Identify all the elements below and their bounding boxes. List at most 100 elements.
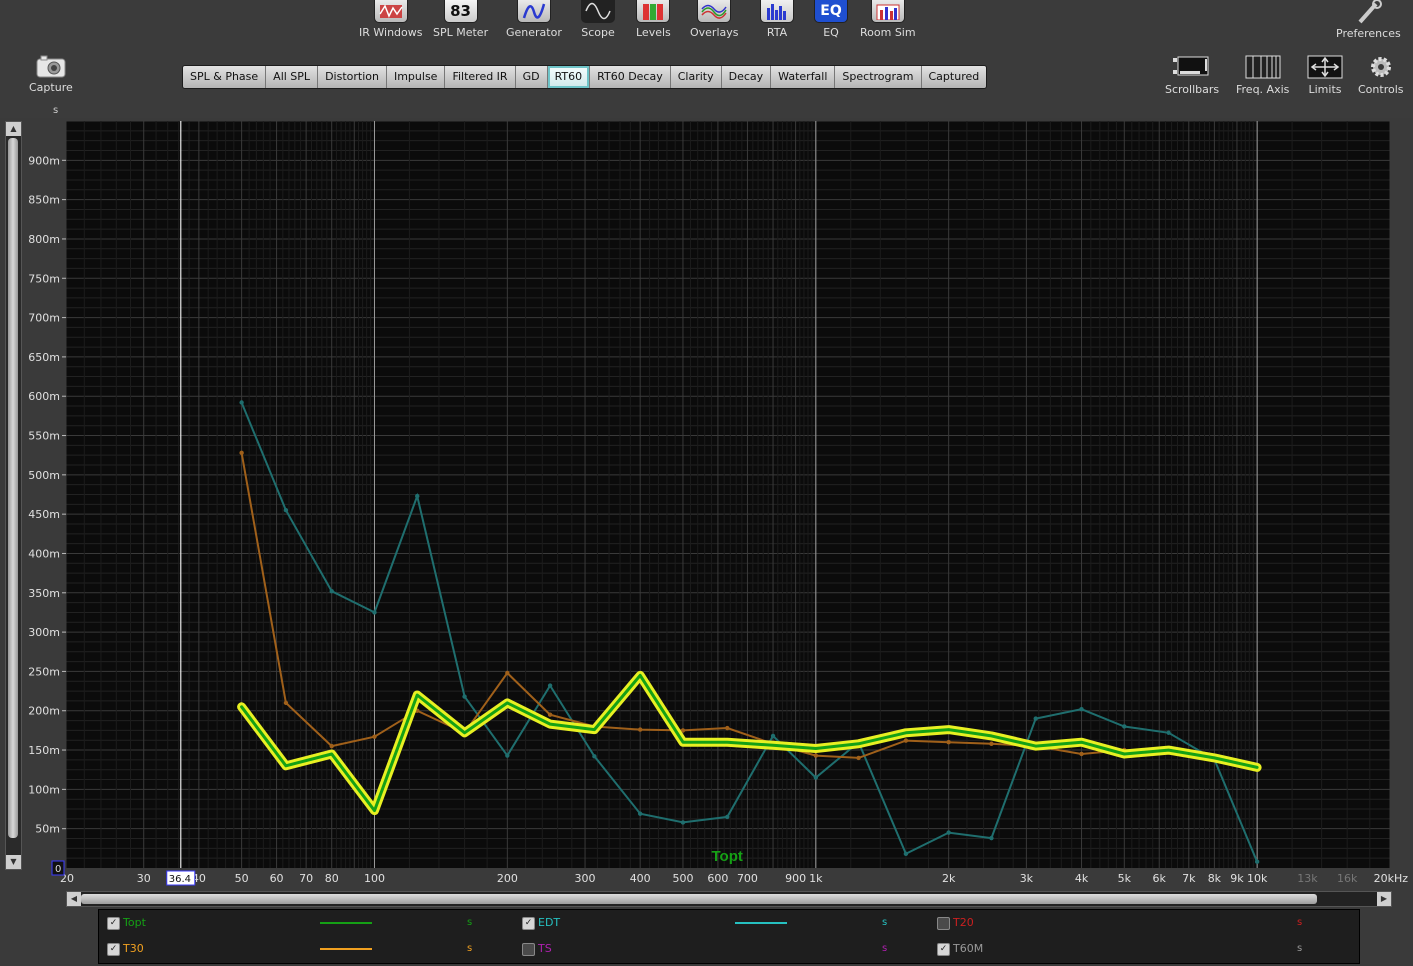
- x-tick-label: 30: [137, 872, 151, 885]
- x-tick-label: 4k: [1075, 872, 1089, 885]
- series-edt-point: [680, 820, 686, 825]
- y-tick-label: 400m: [28, 547, 60, 560]
- series-t30-point: [813, 753, 819, 758]
- legend-name-ts: TS: [538, 942, 552, 955]
- x-axis-ticks: 20 30 40 50 60 70 80 100 200 300 400 500 600 700 900 1k…: [60, 872, 1408, 885]
- x-tick-label: 400: [630, 872, 651, 885]
- series-edt-point: [505, 753, 510, 758]
- series-edt-point: [903, 851, 909, 857]
- y-zero-label: 0: [55, 864, 61, 875]
- y-tick-label: 850m: [28, 194, 60, 207]
- legend-swatch-topt: [320, 922, 372, 924]
- x-tick-label: 80: [325, 872, 339, 885]
- series-edt-point: [1033, 716, 1038, 721]
- scroll-left-arrow-icon[interactable]: ◀: [67, 892, 81, 906]
- y-tick-label: 600m: [28, 390, 60, 403]
- y-tick-label: 200m: [28, 705, 60, 718]
- legend-swatch-t30: [320, 948, 372, 950]
- x-tick-label: 8k: [1208, 872, 1222, 885]
- legend-name-edt: EDT: [538, 916, 561, 929]
- x-tick-label: 300: [575, 872, 596, 885]
- series-t30-point: [372, 734, 377, 739]
- x-tick-label: 20kHz: [1374, 872, 1409, 885]
- y-tick-label: 450m: [28, 508, 60, 521]
- series-edt-point: [283, 508, 289, 513]
- topt-annotation: Topt: [712, 848, 743, 865]
- x-tick-label: 600: [707, 872, 728, 885]
- series-t30-point: [329, 743, 334, 749]
- x-tick-label: 70: [299, 872, 313, 885]
- x-tick-label: 16k: [1337, 872, 1358, 885]
- x-tick-label: 3k: [1020, 872, 1034, 885]
- y-tick-label: 650m: [28, 351, 60, 364]
- x-tick-label: 9k: [1230, 872, 1244, 885]
- legend-checkbox-t60m[interactable]: ✓: [937, 943, 950, 956]
- series-t30-point: [239, 450, 244, 456]
- series-t30-point: [903, 738, 909, 743]
- x-tick-label: 60: [270, 872, 284, 885]
- series-edt-point: [547, 683, 553, 688]
- series-t30-point: [505, 670, 510, 676]
- legend-checkbox-topt[interactable]: ✓: [107, 917, 120, 930]
- y-tick-label: 150m: [28, 744, 60, 757]
- series-legend: ✓ Topt s ✓ EDT s T20 s ✓ T30 s TS s ✓ T60M s: [98, 909, 1360, 964]
- x-tick-label: 1k: [809, 872, 823, 885]
- series-t30-point: [547, 712, 553, 717]
- series-t30-point: [725, 725, 730, 731]
- series-edt-point: [1079, 706, 1084, 712]
- series-t30-point: [946, 739, 951, 745]
- series-edt-point: [592, 754, 597, 759]
- series-edt-point: [372, 610, 377, 615]
- x-tick-label: 700: [737, 872, 758, 885]
- series-edt-point: [329, 589, 334, 594]
- x-tick-label: 900: [785, 872, 806, 885]
- series-edt-point: [725, 814, 730, 820]
- x-tick-label: 5k: [1118, 872, 1132, 885]
- x-tick-label: 200: [497, 872, 518, 885]
- y-tick-label: 750m: [28, 272, 60, 285]
- legend-name-t60m: T60M: [953, 942, 984, 955]
- legend-checkbox-t30[interactable]: ✓: [107, 943, 120, 956]
- legend-swatch-edt: [735, 922, 787, 924]
- y-tick-label: 800m: [28, 233, 60, 246]
- x-tick-label: 10k: [1247, 872, 1268, 885]
- y-tick-label: 250m: [28, 665, 60, 678]
- series-edt-point: [989, 835, 994, 841]
- series-edt-point: [1122, 724, 1127, 729]
- x-tick-label: 50: [235, 872, 249, 885]
- series-t30-point: [283, 700, 289, 706]
- series-t30-point: [1079, 751, 1084, 757]
- rt60-chart[interactable]: 900m 850m 800m 750m 700m 650m 600m 550m 500m 450m…: [0, 0, 1413, 890]
- horizontal-scrollbar[interactable]: ◀ ▶: [66, 891, 1392, 907]
- y-tick-label: 50m: [35, 823, 60, 836]
- legend-checkbox-t20[interactable]: [937, 917, 950, 930]
- y-tick-label: 350m: [28, 587, 60, 600]
- legend-unit-t20: s: [1297, 917, 1303, 928]
- legend-unit-topt: s: [467, 917, 473, 928]
- legend-checkbox-ts[interactable]: [522, 943, 535, 956]
- legend-name-t30: T30: [123, 942, 144, 955]
- legend-checkbox-edt[interactable]: ✓: [522, 917, 535, 930]
- series-t30-point: [989, 741, 994, 746]
- series-edt-point: [637, 811, 643, 816]
- series-edt-point: [1166, 730, 1171, 735]
- series-edt-point: [415, 493, 420, 499]
- series-t30-point: [856, 755, 861, 761]
- series-edt-point: [462, 694, 467, 699]
- x-tick-label: 13k: [1297, 872, 1318, 885]
- legend-unit-t30: s: [467, 943, 473, 954]
- y-tick-label: 900m: [28, 154, 60, 167]
- x-tick-label: 7k: [1182, 872, 1196, 885]
- legend-unit-edt: s: [882, 917, 888, 928]
- legend-unit-t60m: s: [1297, 943, 1303, 954]
- series-edt-point: [1254, 859, 1260, 864]
- legend-unit-ts: s: [882, 943, 888, 954]
- y-tick-label: 300m: [28, 626, 60, 639]
- cursor-readout[interactable]: 36.4: [169, 874, 191, 885]
- x-tick-label: 2k: [942, 872, 956, 885]
- scroll-right-arrow-icon[interactable]: ▶: [1377, 892, 1391, 906]
- horizontal-scrollbar-thumb[interactable]: [81, 894, 1317, 904]
- legend-name-topt: Topt: [123, 916, 146, 929]
- series-edt-point: [239, 400, 244, 405]
- series-edt-point: [770, 733, 776, 739]
